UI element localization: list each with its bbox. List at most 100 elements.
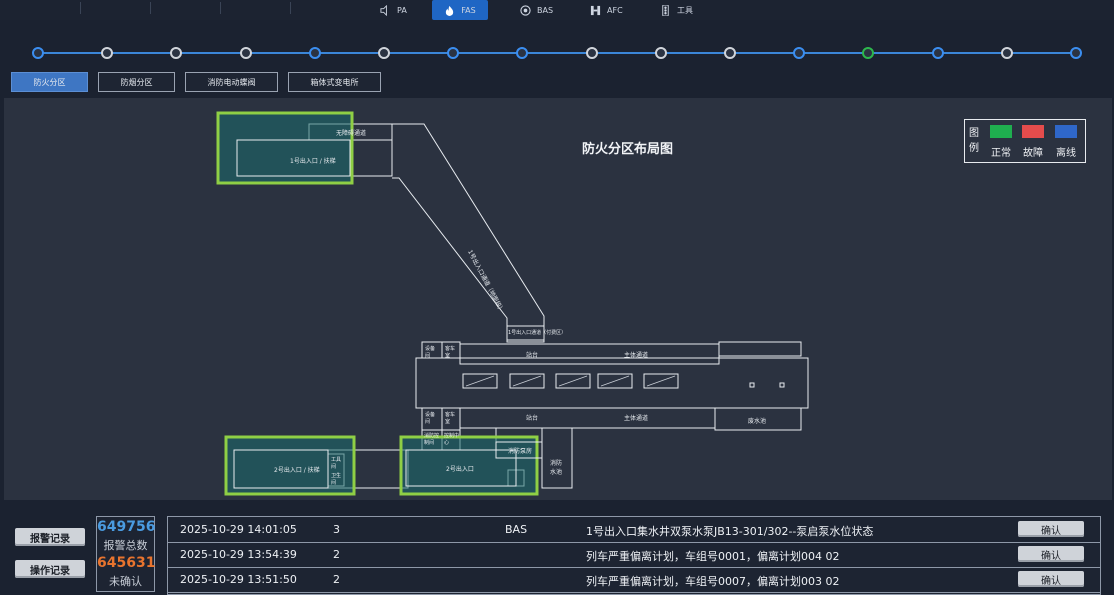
station-node[interactable] [378, 47, 390, 59]
nav-tab-bas[interactable]: BAS [520, 0, 570, 20]
marker [779, 382, 785, 388]
table-row[interactable]: 2025-10-29 13:54:39 2 列车严重偏离计划，车组号0001，偏… [168, 542, 1100, 568]
nav-separator [80, 2, 81, 14]
alarm-desc: 1号出入口集水井双泵水泵JB13-301/302--泵启泵水位状态 [586, 525, 874, 538]
platform-top [459, 343, 720, 365]
alarm-level: 3 [333, 523, 340, 536]
marker [749, 382, 755, 388]
label-exit1-passage-short: 1号出入口通道（付费区） [508, 330, 567, 336]
confirm-button[interactable]: 确认 [1018, 521, 1084, 537]
nav-tab-fas[interactable]: FAS [432, 0, 488, 20]
station-node[interactable] [516, 47, 529, 59]
alarm-record-button[interactable]: 报警记录 [15, 528, 85, 546]
table-row[interactable]: 2025-10-29 14:01:05 3 BAS 1号出入口集水井双泵水泵JB… [168, 517, 1100, 543]
legend-swatch-normal [990, 125, 1012, 138]
label-fire-pool: 消防水池 [550, 460, 563, 476]
station-node[interactable] [654, 47, 667, 59]
nav-tab-label: PA [397, 5, 407, 15]
tab-smoke-zone[interactable]: 防烟分区 [98, 72, 175, 92]
station-node[interactable] [239, 47, 252, 59]
confirm-button[interactable]: 确认 [1018, 571, 1084, 587]
alarm-time: 2025-10-29 13:54:39 [180, 548, 297, 561]
label-fire-ctrl-room: 消防控制间 [424, 433, 440, 446]
tab-box-substation[interactable]: 箱体式变电所 [288, 72, 381, 92]
legend-heading-char: 图 [969, 128, 979, 139]
gate-icon [590, 5, 601, 15]
alarm-time: 2025-10-29 13:51:50 [180, 573, 297, 586]
nav-tab-afc[interactable]: AFC [590, 0, 640, 20]
unack-label: 未确认 [109, 575, 142, 588]
label-barrier-free: 无障碍通道 [336, 130, 367, 137]
top-nav-bar: PA FAS BAS AFC 工具 [0, 0, 1114, 20]
label-platform-top: 站台 [526, 352, 539, 359]
label-exit2: 2号出入口 [446, 466, 474, 473]
label-exit1: 1号出入口 / 扶梯 [290, 158, 336, 165]
tab-fire-zone[interactable]: 防火分区 [11, 72, 88, 92]
exit1-passage [392, 123, 545, 341]
alarm-total-label: 报警总数 [103, 539, 148, 552]
plan-title: 防火分区布局图 [582, 142, 674, 157]
label-main-passage-top: 主体通道 [624, 352, 649, 359]
label-control-center: 控制中心 [444, 433, 460, 446]
table-row[interactable]: 2025-10-29 13:51:50 2 列车严重偏离计划，车组号0007，偏… [168, 567, 1100, 593]
tab-fire-damper[interactable]: 消防电动蝶阀 [185, 72, 278, 92]
nav-tab-pa[interactable]: PA [380, 0, 430, 20]
nav-separator [150, 2, 151, 14]
floor-plan-panel: 无障碍通道 1号出入口 / 扶梯 1号出入口通道（地面段） 1号出入口通道（付费… [4, 98, 1112, 500]
label-tool-room: 工具间 [331, 457, 342, 470]
timeline-line [38, 52, 1078, 54]
label-exit2-escalator: 2号出入口 / 扶梯 [274, 467, 320, 474]
alarm-desc: 列车严重偏离计划，车组号0001，偏离计划004 02 [586, 550, 840, 563]
fan-icon [520, 4, 531, 16]
alarm-list: 2025-10-29 14:01:05 3 BAS 1号出入口集水井双泵水泵JB… [167, 516, 1101, 595]
station-node[interactable] [724, 47, 736, 59]
traffic-light-icon [662, 4, 669, 16]
station-node[interactable] [931, 47, 944, 59]
station-node[interactable] [447, 47, 460, 59]
station-node[interactable] [862, 47, 875, 59]
label-equip-room-top: 设备间 [425, 346, 436, 359]
label-main-passage-bottom: 主体通道 [624, 415, 649, 422]
legend-swatch-fault [1022, 125, 1044, 138]
legend-label-normal: 正常 [991, 148, 1011, 159]
nav-tab-label: BAS [537, 5, 554, 15]
alarm-system: BAS [505, 523, 528, 536]
station-node[interactable] [170, 47, 183, 59]
floor-plan-drawing [216, 111, 809, 496]
legend-heading: 图 例 [969, 126, 979, 156]
alarm-stats: 649756 报警总数 645631 未确认 [96, 516, 155, 592]
nav-tab-label: 工具 [677, 5, 693, 15]
station-node[interactable] [585, 47, 598, 59]
unack-value: 645631 [97, 555, 156, 571]
station-node[interactable] [793, 47, 806, 59]
alarm-time: 2025-10-29 14:01:05 [180, 523, 297, 536]
legend: 图 例 正常 故障 离线 [964, 119, 1086, 163]
label-fire-pump-room: 消防泵房 [508, 448, 533, 455]
confirm-button[interactable]: 确认 [1018, 546, 1084, 562]
alarm-desc: 列车严重偏离计划，车组号0007，偏离计划003 02 [586, 575, 840, 588]
fire-icon [446, 5, 454, 16]
alarm-total-value: 649756 [97, 519, 156, 535]
nav-tab-label: AFC [607, 5, 623, 15]
legend-swatch-offline [1055, 125, 1077, 138]
station-node[interactable] [32, 47, 44, 59]
platform-bottom [459, 407, 716, 429]
nav-tab-tools[interactable]: 工具 [660, 0, 710, 20]
nav-separator [290, 2, 291, 14]
alarm-level: 2 [333, 573, 340, 586]
station-node[interactable] [1070, 47, 1082, 59]
legend-label-fault: 故障 [1023, 148, 1043, 159]
station-node[interactable] [101, 47, 114, 59]
legend-heading-char: 例 [969, 143, 979, 154]
label-station-room-bottom: 客车室 [445, 412, 456, 425]
station-node[interactable] [308, 47, 321, 59]
label-toilet: 卫生间 [331, 473, 342, 486]
label-platform-bottom: 站台 [526, 415, 539, 422]
label-station-room-top: 客车室 [445, 346, 456, 359]
label-equip-room-bottom: 设备间 [425, 412, 436, 425]
operation-record-button[interactable]: 操作记录 [15, 560, 85, 578]
fire-zone-exit1[interactable] [216, 111, 354, 185]
nav-separator [220, 2, 221, 14]
alarm-level: 2 [333, 548, 340, 561]
station-node[interactable] [1000, 47, 1013, 59]
